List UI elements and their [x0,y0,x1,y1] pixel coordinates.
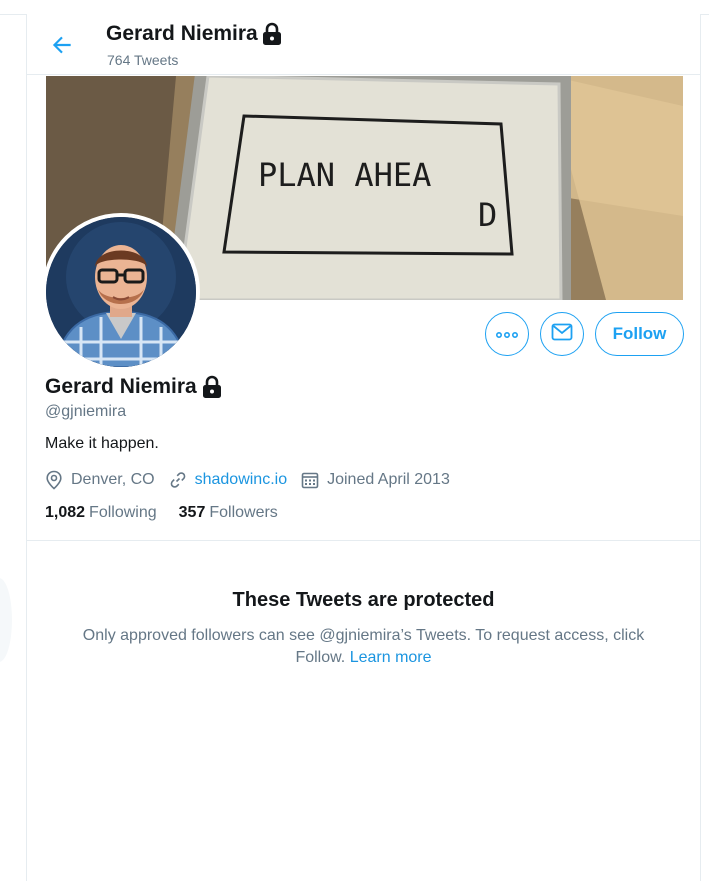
more-dots-icon [495,325,518,343]
banner-stitched-text-1: PLAN AHEA [258,156,431,194]
following-stat[interactable]: 1,082 Following [45,504,157,522]
joined-item: Joined April 2013 [301,471,450,489]
profile-handle: @gjniemira [45,403,127,420]
profile-meta: Denver, CO shadowinc.io Joined April 201… [45,469,464,491]
profile-name: Gerard Niemira [45,375,197,398]
profile-column: Gerard Niemira 764 Tweets PLAN AHEA D Fo… [26,14,701,881]
side-scroll-shadow [0,578,12,662]
header-name: Gerard Niemira [106,22,258,45]
location-text: Denver, CO [71,471,155,488]
arrow-left-icon[interactable] [49,32,75,58]
location-pin-icon [46,470,62,490]
profile-stats: 1,082 Following 357 Followers [45,504,300,522]
calendar-icon [301,472,319,489]
joined-text: Joined April 2013 [327,471,450,488]
following-count: 1,082 [45,504,86,521]
following-label: Following [89,504,157,521]
followers-label: Followers [209,504,278,521]
section-divider [27,540,700,541]
profile-name-row: Gerard Niemira [45,375,223,399]
learn-more-link[interactable]: Learn more [350,649,432,666]
lock-icon [201,375,223,399]
header-name-row: Gerard Niemira [106,22,283,46]
avatar[interactable] [42,213,200,371]
link-icon [170,472,185,488]
followers-count: 357 [178,504,206,521]
envelope-icon [551,323,573,346]
lock-icon [261,22,283,46]
profile-bio: Make it happen. [45,435,159,452]
more-button[interactable] [485,312,529,356]
website-item: shadowinc.io [169,471,288,489]
protected-message: Only approved followers can see @gjniemi… [63,625,664,669]
banner-stitched-text-2: D [478,196,497,234]
protected-title: These Tweets are protected [232,589,495,611]
tweet-count: 764 Tweets [107,52,179,68]
location-item: Denver, CO [45,470,155,490]
profile-header: Gerard Niemira 764 Tweets [27,14,700,75]
follow-button[interactable]: Follow [595,312,684,356]
website-link[interactable]: shadowinc.io [195,471,288,489]
followers-stat[interactable]: 357 Followers [179,504,278,522]
message-button[interactable] [540,312,584,356]
